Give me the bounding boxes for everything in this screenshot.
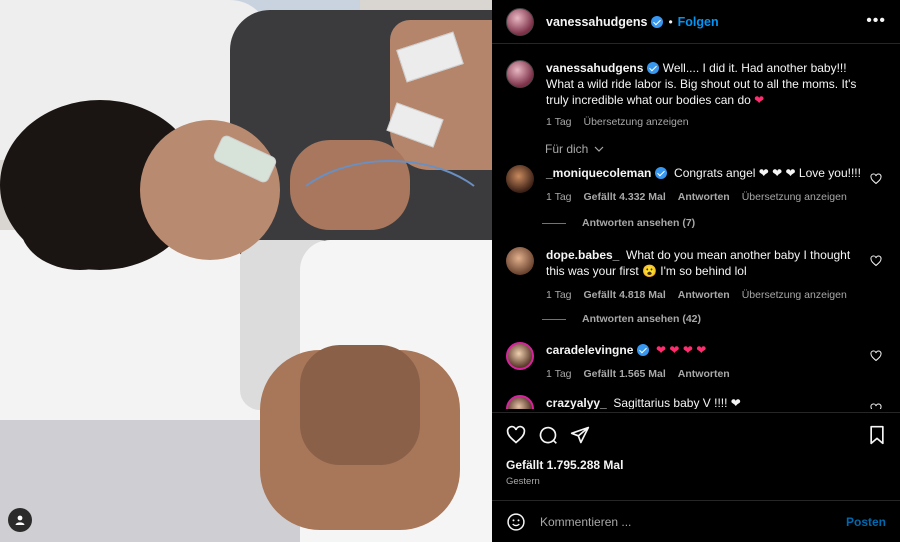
comment-time[interactable]: 1 Tag [546, 287, 572, 303]
comment-avatar[interactable] [506, 395, 534, 409]
post-side-panel: vanessahudgens • Folgen ••• vanessahudge… [492, 0, 900, 542]
comment-avatar[interactable] [506, 342, 534, 370]
comment-username[interactable]: crazyalyy_ [546, 396, 607, 409]
comment-avatar[interactable] [506, 165, 534, 193]
sensor-cable [280, 160, 492, 300]
verified-badge-icon [651, 15, 664, 28]
comment-username[interactable]: dope.babes_ [546, 248, 619, 262]
comment-likes[interactable]: Gefällt 4.818 Mal [584, 287, 666, 303]
comment-text: ❤ ❤ ❤ ❤ [656, 343, 707, 357]
comment-time[interactable]: 1 Tag [546, 189, 572, 205]
view-replies-link[interactable]: Antworten ansehen (42) [542, 313, 701, 325]
user-icon [15, 515, 25, 525]
for-you-filter[interactable]: Für dich [545, 142, 604, 156]
face [140, 120, 280, 260]
emoji-icon[interactable] [506, 512, 526, 532]
like-comment-icon[interactable] [870, 403, 882, 409]
post-comment-button[interactable]: Posten [846, 515, 886, 529]
view-replies-label: Antworten ansehen (7) [582, 217, 696, 229]
header-separator: • [668, 14, 673, 29]
view-replies-link[interactable]: Antworten ansehen (7) [542, 217, 695, 229]
post-photo[interactable] [0, 0, 492, 542]
caption-username[interactable]: vanessahudgens [546, 61, 643, 75]
translate-link[interactable]: Übersetzung anzeigen [742, 189, 847, 205]
comment-likes[interactable]: Gefällt 4.332 Mal [584, 189, 666, 205]
comment-composer: Posten [492, 500, 900, 542]
replies-divider [542, 222, 566, 224]
partner-hand [300, 345, 420, 465]
chevron-down-icon [594, 146, 604, 152]
reply-button[interactable]: Antworten [678, 287, 730, 303]
comment-item: _moniquecoleman Congrats angel ❤ ❤ ❤ Lov… [506, 165, 892, 205]
verified-badge-icon [637, 344, 650, 356]
comment-text: Sagittarius baby V !!!! ❤ [613, 396, 741, 409]
likes-count[interactable]: Gefällt 1.795.288 Mal [506, 458, 623, 472]
post-action-bar [492, 412, 900, 452]
reply-button[interactable]: Antworten [678, 189, 730, 205]
reply-button[interactable]: Antworten [678, 366, 730, 382]
view-replies-label: Antworten ansehen (42) [582, 313, 702, 325]
author-username[interactable]: vanessahudgens [546, 15, 647, 29]
replies-divider [542, 318, 566, 320]
comment-item: dope.babes_ What do you mean another bab… [506, 247, 892, 303]
comment-bubble-icon[interactable] [538, 425, 558, 445]
comment-input[interactable] [540, 514, 830, 529]
hair-back [20, 180, 140, 270]
like-comment-icon[interactable] [870, 173, 882, 185]
verified-badge-icon [655, 167, 668, 179]
author-avatar[interactable] [506, 7, 534, 36]
verified-badge-icon [647, 62, 660, 74]
comment-username[interactable]: caradelevingne [546, 343, 633, 357]
tagged-user-icon[interactable] [8, 508, 32, 532]
caption: vanessahudgens Well.... I did it. Had an… [506, 60, 892, 130]
caption-time[interactable]: 1 Tag [546, 114, 572, 130]
caption-heart-emoji: ❤ [754, 93, 765, 107]
comments-scroll-area[interactable]: vanessahudgens Well.... I did it. Had an… [492, 45, 900, 409]
caption-avatar[interactable] [506, 60, 534, 88]
comment-text: Congrats angel ❤ ❤ ❤ Love you!!!! [674, 166, 861, 180]
comment-item: crazyalyy_ Sagittarius baby V !!!! ❤ [506, 395, 892, 409]
comment-time[interactable]: 1 Tag [546, 366, 572, 382]
caption-translate-link[interactable]: Übersetzung anzeigen [584, 114, 689, 130]
like-comment-icon[interactable] [870, 255, 882, 267]
post-header: vanessahudgens • Folgen ••• [492, 0, 900, 44]
translate-link[interactable]: Übersetzung anzeigen [742, 287, 847, 303]
comment-likes[interactable]: Gefällt 1.565 Mal [584, 366, 666, 382]
like-heart-icon[interactable] [506, 425, 526, 445]
comment-avatar[interactable] [506, 247, 534, 275]
comment-item: caradelevingne ❤ ❤ ❤ ❤ 1 Tag Gefällt 1.5… [506, 342, 892, 382]
more-options-icon[interactable]: ••• [866, 12, 886, 30]
for-you-label: Für dich [545, 142, 589, 156]
follow-button[interactable]: Folgen [678, 15, 719, 29]
save-bookmark-icon[interactable] [868, 425, 886, 445]
post-date[interactable]: Gestern [506, 476, 540, 487]
share-send-icon[interactable] [570, 425, 590, 445]
comment-username[interactable]: _moniquecoleman [546, 166, 651, 180]
like-comment-icon[interactable] [870, 350, 882, 362]
